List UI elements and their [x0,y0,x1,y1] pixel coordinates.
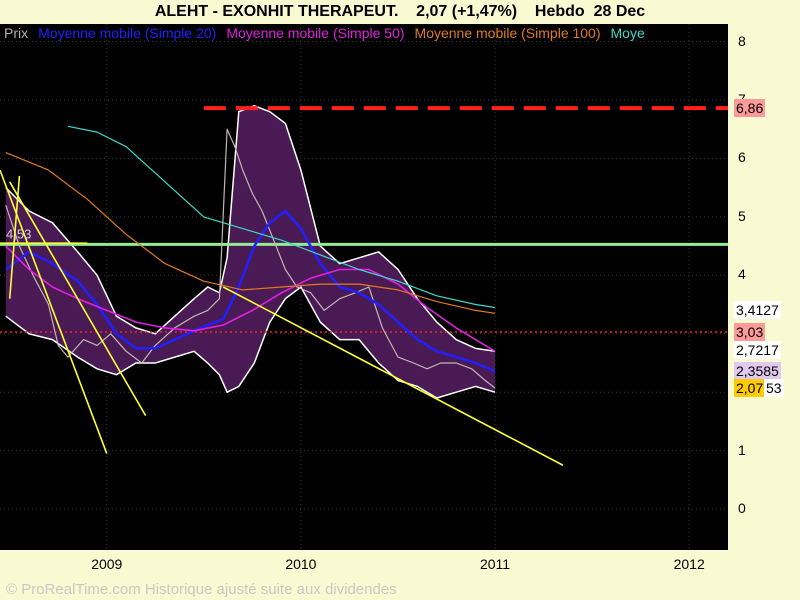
y-tick-label: 5 [738,207,746,224]
band-fill [5,105,496,399]
price-chart[interactable]: 4,53 [0,24,728,550]
x-tick-label: 2010 [285,556,317,572]
price-label: 3,4127 [734,300,781,319]
y-tick-label: 4 [738,266,746,283]
price-label: 2,7217 [734,341,781,360]
chart-title: ALEHT - EXONHIT THERAPEUT. 2,07 (+1,47%)… [154,3,646,20]
legend-entry: Moyenne mobile (Simple 100) [414,25,601,41]
plot-area[interactable]: 4,53 Prix Moyenne mobile (Simple 20) Moyen… [0,24,728,550]
price-label: 6,86 [734,99,766,118]
price-label: 53 [764,379,784,398]
legend-entry: Moyenne mobile (Simple 20) [38,25,217,41]
y-tick-label: 1 [738,441,746,458]
x-tick-label: 2012 [673,556,705,572]
legend-entry: Moyenne mobile (Simple 50) [226,25,405,41]
y-tick-label: 6 [738,149,746,166]
annotation-label: 4,53 [6,226,31,241]
credit-text: © ProRealTime.com Historique ajusté suit… [6,581,397,598]
legend-entry: Moye [610,25,645,41]
price-label: 3,03 [734,323,766,341]
price-label: 2,07 [734,379,766,398]
y-tick-label: 8 [738,32,746,49]
x-tick-label: 2009 [91,556,123,572]
y-tick-label: 0 [738,500,746,517]
legend-entry: Prix [4,25,29,41]
price-label: 2,3585 [734,362,781,381]
legend: Prix Moyenne mobile (Simple 20) Moyenne mo… [4,25,655,41]
x-tick-label: 2011 [479,556,511,572]
y-axis: 0123456786,863,41273,032,72172,35852,075… [728,24,800,550]
